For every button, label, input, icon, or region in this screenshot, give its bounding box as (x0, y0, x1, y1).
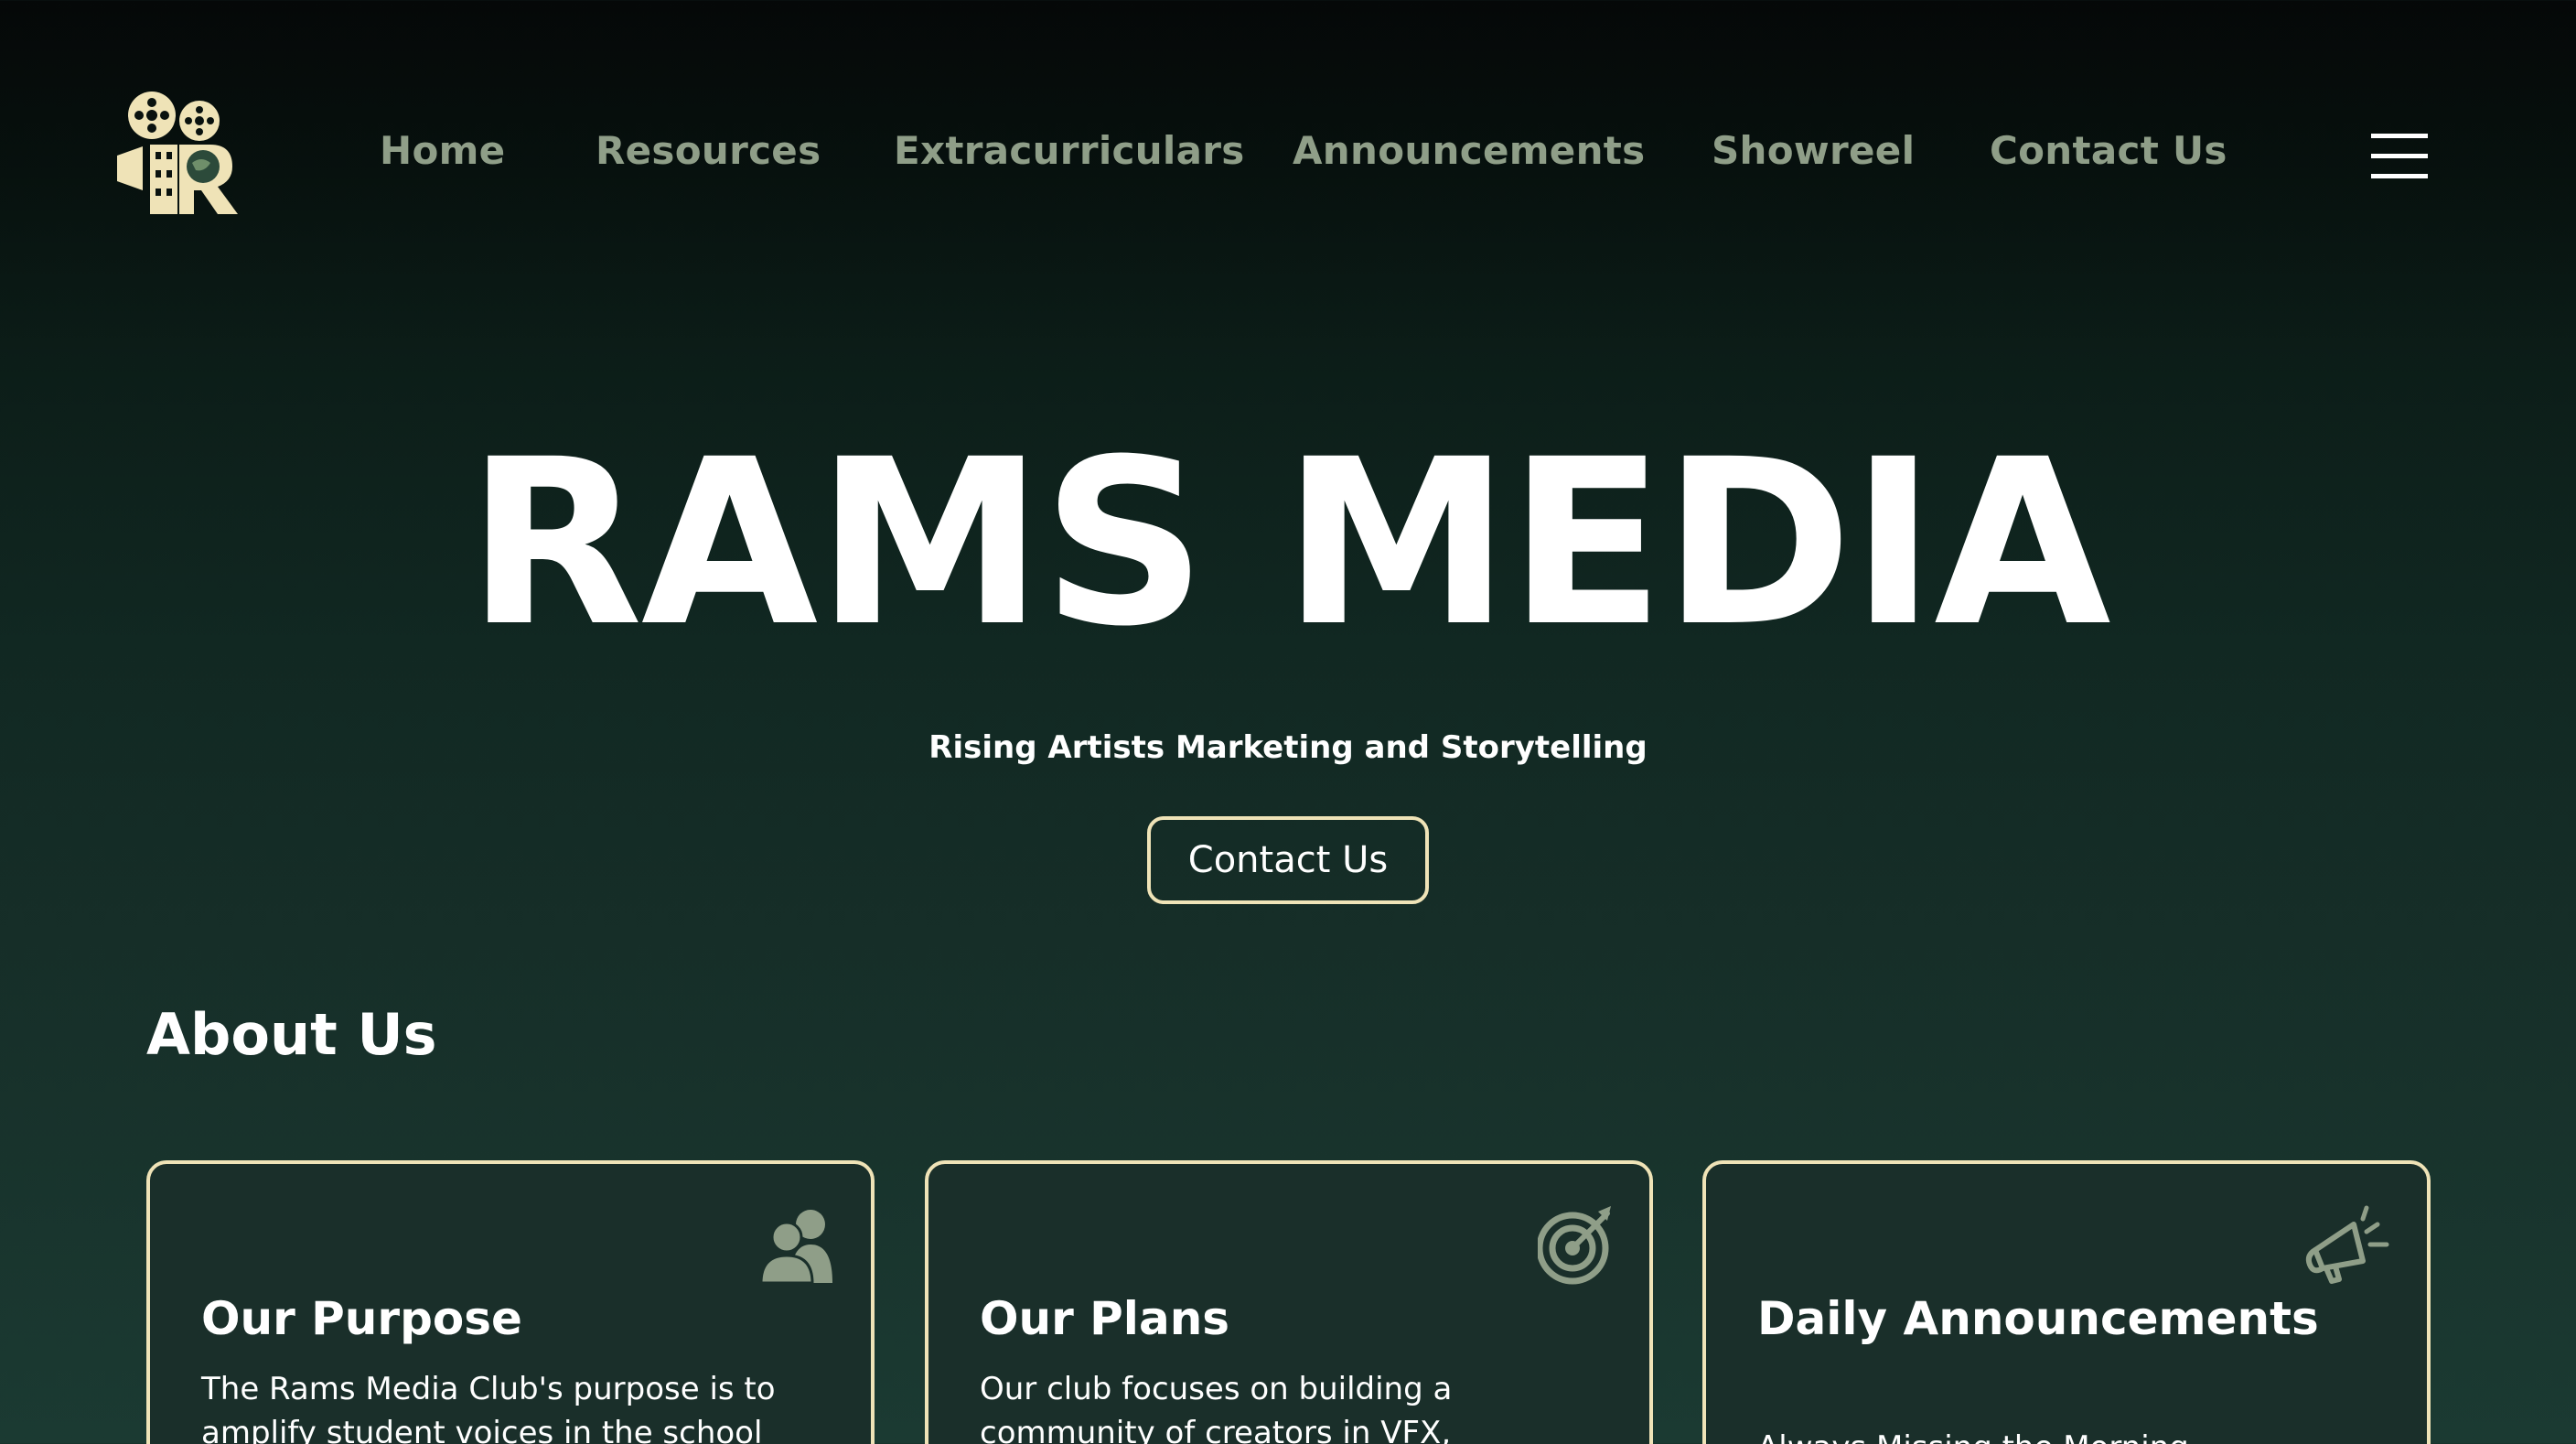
hero-subtitle: Rising Artists Marketing and Storytellin… (928, 729, 1648, 766)
hamburger-line (2371, 174, 2428, 178)
nav-link-contact-us[interactable]: Contact Us (1990, 128, 2227, 173)
card-text: Our club focuses on building a community… (980, 1371, 1453, 1444)
card-title: Daily Announcements (1757, 1292, 2319, 1345)
hamburger-line (2371, 134, 2428, 138)
top-navigation: Home Resources Extracurriculars Announce… (0, 0, 2576, 302)
users-icon (759, 1204, 836, 1285)
nav-link-announcements[interactable]: Announcements (1293, 128, 1645, 173)
card-text: The Rams Media Club's purpose is to ampl… (201, 1371, 776, 1444)
about-us-heading: About Us (146, 1001, 437, 1068)
nav-link-resources[interactable]: Resources (596, 128, 821, 173)
card-daily-announcements: Daily Announcements Always Missing the M… (1702, 1160, 2431, 1444)
card-our-purpose: Our Purpose The Rams Media Club's purpos… (146, 1160, 875, 1444)
megaphone-icon (2302, 1204, 2394, 1285)
hero-title: RAMS MEDIA (467, 410, 2110, 676)
nav-link-home[interactable]: Home (380, 128, 505, 173)
nav-link-showreel[interactable]: Showreel (1712, 128, 1915, 173)
contact-us-button[interactable]: Contact Us (1147, 816, 1429, 904)
card-title: Our Purpose (201, 1292, 522, 1345)
hamburger-line (2371, 154, 2428, 158)
card-our-plans: Our Plans Our club focuses on building a… (925, 1160, 1653, 1444)
target-icon (1536, 1204, 1615, 1285)
card-text: Always Missing the Morning (1757, 1426, 2343, 1444)
hamburger-icon[interactable] (2371, 134, 2428, 179)
nav-links: Home Resources Extracurriculars Announce… (0, 128, 2576, 183)
card-title: Our Plans (980, 1292, 1230, 1345)
nav-link-extracurriculars[interactable]: Extracurriculars (894, 128, 1245, 173)
